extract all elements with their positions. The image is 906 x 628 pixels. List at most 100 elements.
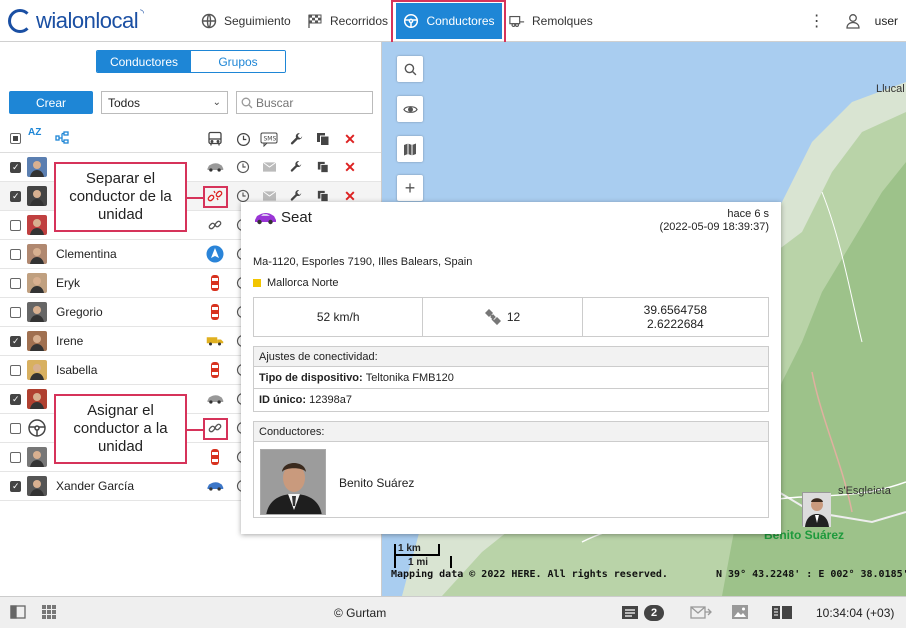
row-checkbox[interactable] bbox=[10, 219, 21, 231]
link-icon[interactable] bbox=[206, 216, 224, 234]
row-checkbox[interactable] bbox=[10, 335, 21, 347]
sms-icon[interactable]: SMS bbox=[260, 130, 278, 148]
filter-select[interactable]: Todos ⌄ bbox=[101, 91, 228, 114]
clock-display: 10:34:04 (+03) bbox=[816, 606, 895, 620]
sms-icon[interactable] bbox=[260, 158, 278, 176]
row-checkbox[interactable] bbox=[10, 190, 21, 202]
top-right-controls: ⋮ user bbox=[809, 0, 898, 42]
avatar bbox=[27, 244, 47, 264]
driver-photo bbox=[260, 449, 326, 515]
row-checkbox[interactable] bbox=[10, 277, 21, 289]
car-icon[interactable] bbox=[206, 448, 224, 466]
notifications-icon[interactable] bbox=[622, 606, 638, 619]
car-icon[interactable] bbox=[206, 390, 224, 408]
sort-az-icon[interactable]: AZ bbox=[28, 128, 41, 138]
map-search-button[interactable] bbox=[397, 56, 423, 82]
layout-icon[interactable] bbox=[772, 606, 792, 619]
assign-highlight bbox=[203, 418, 228, 440]
car-icon[interactable] bbox=[206, 303, 224, 321]
zoom-in-button[interactable]: + bbox=[397, 175, 423, 201]
place-llucal: Llucal bbox=[876, 83, 905, 95]
row-checkbox[interactable] bbox=[10, 451, 21, 463]
callout-detach-text: Separar el conductor de la unidad bbox=[69, 170, 172, 223]
chevron-down-icon: ⌄ bbox=[212, 97, 221, 108]
user-name[interactable]: user bbox=[875, 14, 898, 28]
bus-icon[interactable] bbox=[206, 130, 224, 148]
search-input[interactable] bbox=[256, 95, 366, 110]
app-logo[interactable]: wialonlocal ◝ bbox=[8, 8, 144, 34]
callout-detach-line bbox=[186, 197, 204, 199]
unique-id-value: 12398a7 bbox=[309, 394, 352, 406]
tab-drivers[interactable]: Conductores bbox=[97, 51, 191, 72]
longitude: 2.6222684 bbox=[646, 317, 704, 331]
car-icon[interactable] bbox=[206, 477, 224, 495]
more-vertical-icon[interactable]: ⋮ bbox=[809, 11, 825, 31]
image-icon[interactable] bbox=[732, 605, 748, 619]
toggle-panel-icon[interactable] bbox=[10, 605, 26, 619]
checkered-flag-icon bbox=[307, 13, 323, 29]
row-checkbox[interactable] bbox=[10, 480, 21, 492]
list-header: AZ SMS ✕ bbox=[0, 125, 381, 153]
navigation-arrow-icon[interactable] bbox=[206, 245, 224, 263]
tab-groups[interactable]: Grupos bbox=[191, 51, 285, 72]
select-all-checkbox[interactable] bbox=[10, 133, 21, 144]
unit-popup: Seat hace 6 s (2022-05-09 18:39:37) Ma-1… bbox=[241, 202, 781, 534]
row-checkbox[interactable] bbox=[10, 248, 21, 260]
map-icon bbox=[403, 143, 417, 156]
row-checkbox[interactable] bbox=[10, 422, 21, 434]
nav-routes[interactable]: Recorridos bbox=[307, 0, 388, 42]
row-checkbox[interactable] bbox=[10, 393, 21, 405]
callout-detach: Separar el conductor de la unidad bbox=[54, 162, 187, 232]
copy-icon[interactable] bbox=[314, 158, 332, 176]
delete-all-icon[interactable]: ✕ bbox=[341, 130, 359, 148]
create-button[interactable]: Crear bbox=[9, 91, 93, 114]
unique-id-label: ID único: bbox=[259, 394, 307, 406]
geofence-color-square bbox=[253, 279, 261, 287]
car-icon[interactable] bbox=[206, 158, 224, 176]
grid-icon[interactable] bbox=[42, 605, 56, 619]
nav-tracking[interactable]: Seguimiento bbox=[201, 0, 291, 42]
clock-icon[interactable] bbox=[234, 158, 252, 176]
clock-icon[interactable] bbox=[234, 130, 252, 148]
avatar bbox=[27, 476, 47, 496]
messages-icon[interactable] bbox=[690, 606, 712, 619]
hierarchy-icon[interactable] bbox=[55, 131, 69, 145]
truck-icon[interactable] bbox=[206, 332, 224, 350]
place-esglaieta: s'Esgleieta bbox=[838, 485, 891, 497]
wrench-icon[interactable] bbox=[287, 158, 305, 176]
device-type-label: Tipo de dispositivo: bbox=[259, 371, 363, 384]
scale-mi: 1 mi bbox=[408, 557, 429, 568]
copy-icon[interactable] bbox=[314, 130, 332, 148]
satellite-icon bbox=[484, 309, 501, 325]
nav-trailers[interactable]: Remolques bbox=[509, 0, 593, 42]
driver-map-marker[interactable] bbox=[802, 492, 831, 527]
trailer-icon bbox=[509, 13, 525, 29]
row-checkbox[interactable] bbox=[10, 161, 21, 173]
popup-time: hace 6 s (2022-05-09 18:39:37) bbox=[660, 208, 769, 234]
eye-icon bbox=[402, 104, 418, 115]
callout-assign: Asignar el conductor a la unidad bbox=[54, 394, 187, 464]
row-checkbox[interactable] bbox=[10, 306, 21, 318]
map-visibility-button[interactable] bbox=[397, 96, 423, 122]
map-layers-button[interactable] bbox=[397, 136, 423, 162]
panel-tabs: Conductores Grupos bbox=[96, 50, 286, 73]
wrench-icon[interactable] bbox=[287, 130, 305, 148]
search-icon bbox=[241, 97, 253, 109]
user-icon[interactable] bbox=[845, 13, 861, 29]
bottom-bar: © Gurtam 2 10:34:04 (+03) bbox=[0, 596, 906, 628]
search-field bbox=[236, 91, 373, 114]
callout-assign-line bbox=[186, 429, 204, 431]
unit-stats: 52 km/h 12 39.6564758 2.6222684 bbox=[253, 297, 769, 337]
avatar bbox=[27, 186, 47, 206]
logo-text: wialonlocal bbox=[36, 8, 139, 33]
row-checkbox[interactable] bbox=[10, 364, 21, 376]
notifications-badge: 2 bbox=[644, 605, 664, 621]
car-icon[interactable] bbox=[206, 274, 224, 292]
svg-text:SMS: SMS bbox=[264, 135, 277, 142]
drivers-title: Conductores: bbox=[254, 422, 768, 442]
delete-icon[interactable]: ✕ bbox=[341, 158, 359, 176]
nav-drivers[interactable]: Conductores bbox=[396, 3, 502, 39]
globe-icon bbox=[201, 13, 217, 29]
filter-select-value: Todos bbox=[108, 95, 141, 110]
car-icon[interactable] bbox=[206, 361, 224, 379]
